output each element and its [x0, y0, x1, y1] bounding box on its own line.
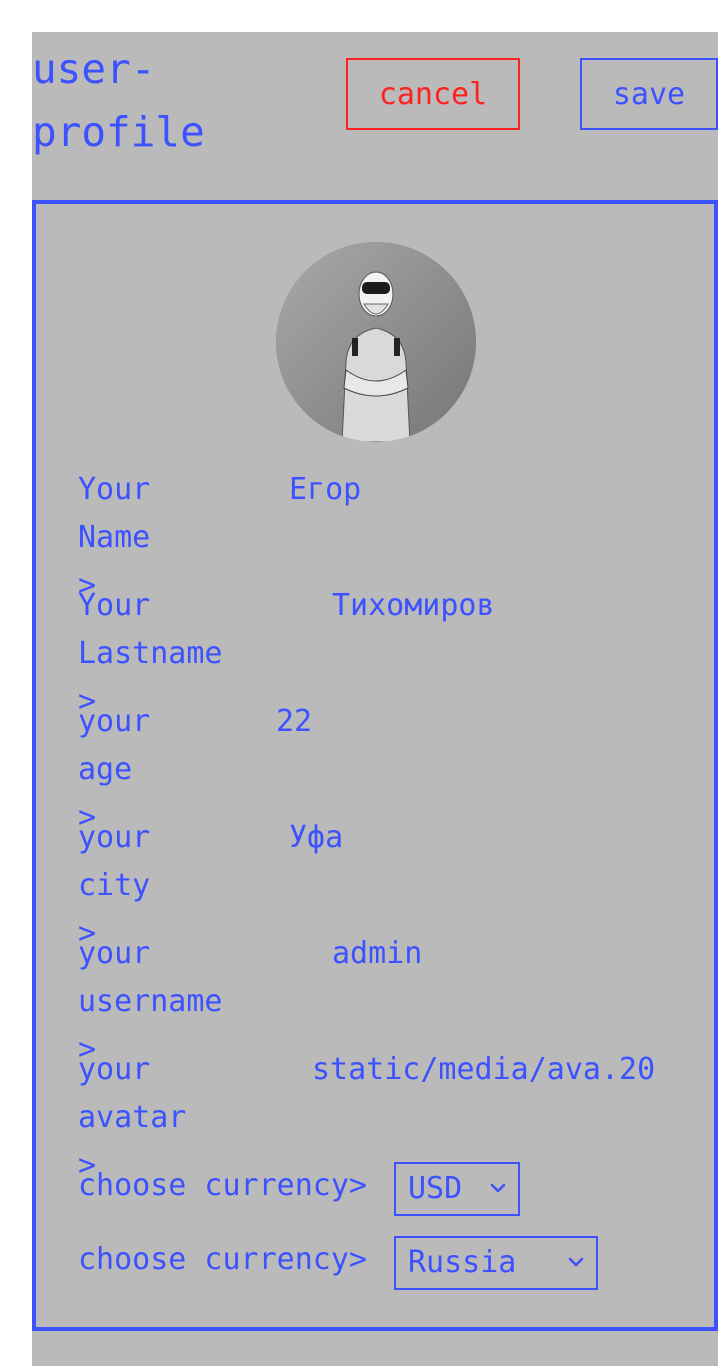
currency-row: choose currency> USD — [78, 1162, 678, 1218]
cancel-button[interactable]: cancel — [346, 58, 520, 130]
currency-label: choose currency> — [78, 1168, 367, 1203]
field-value: 22 — [276, 704, 313, 739]
field-value: static/media/ava.20 — [312, 1052, 656, 1087]
chevron-down-icon — [568, 1257, 584, 1267]
field-value: admin — [332, 936, 423, 971]
profile-page: user- profile cancel save Your Name > Ег… — [32, 32, 718, 1366]
page-title: user- profile — [32, 45, 205, 156]
currency-selected: USD — [408, 1171, 463, 1206]
chevron-down-icon — [490, 1183, 506, 1193]
currency-select[interactable]: USD — [394, 1162, 520, 1216]
country-select[interactable]: Russia — [394, 1236, 598, 1290]
country-label: choose currency> — [78, 1242, 367, 1277]
country-selected: Russia — [408, 1245, 517, 1280]
field-value: Тихомиров — [332, 588, 495, 623]
header: user- profile cancel save — [32, 32, 718, 200]
avatar-photo-icon — [276, 242, 476, 442]
field-value: Уфа — [289, 820, 344, 855]
country-row: choose currency> Russia — [78, 1236, 678, 1292]
profile-card: Your Name > Егор Your Lastname > Тихомир… — [32, 200, 718, 1331]
avatar — [276, 242, 476, 442]
save-button[interactable]: save — [580, 58, 718, 130]
field-value: Егор — [289, 472, 362, 507]
